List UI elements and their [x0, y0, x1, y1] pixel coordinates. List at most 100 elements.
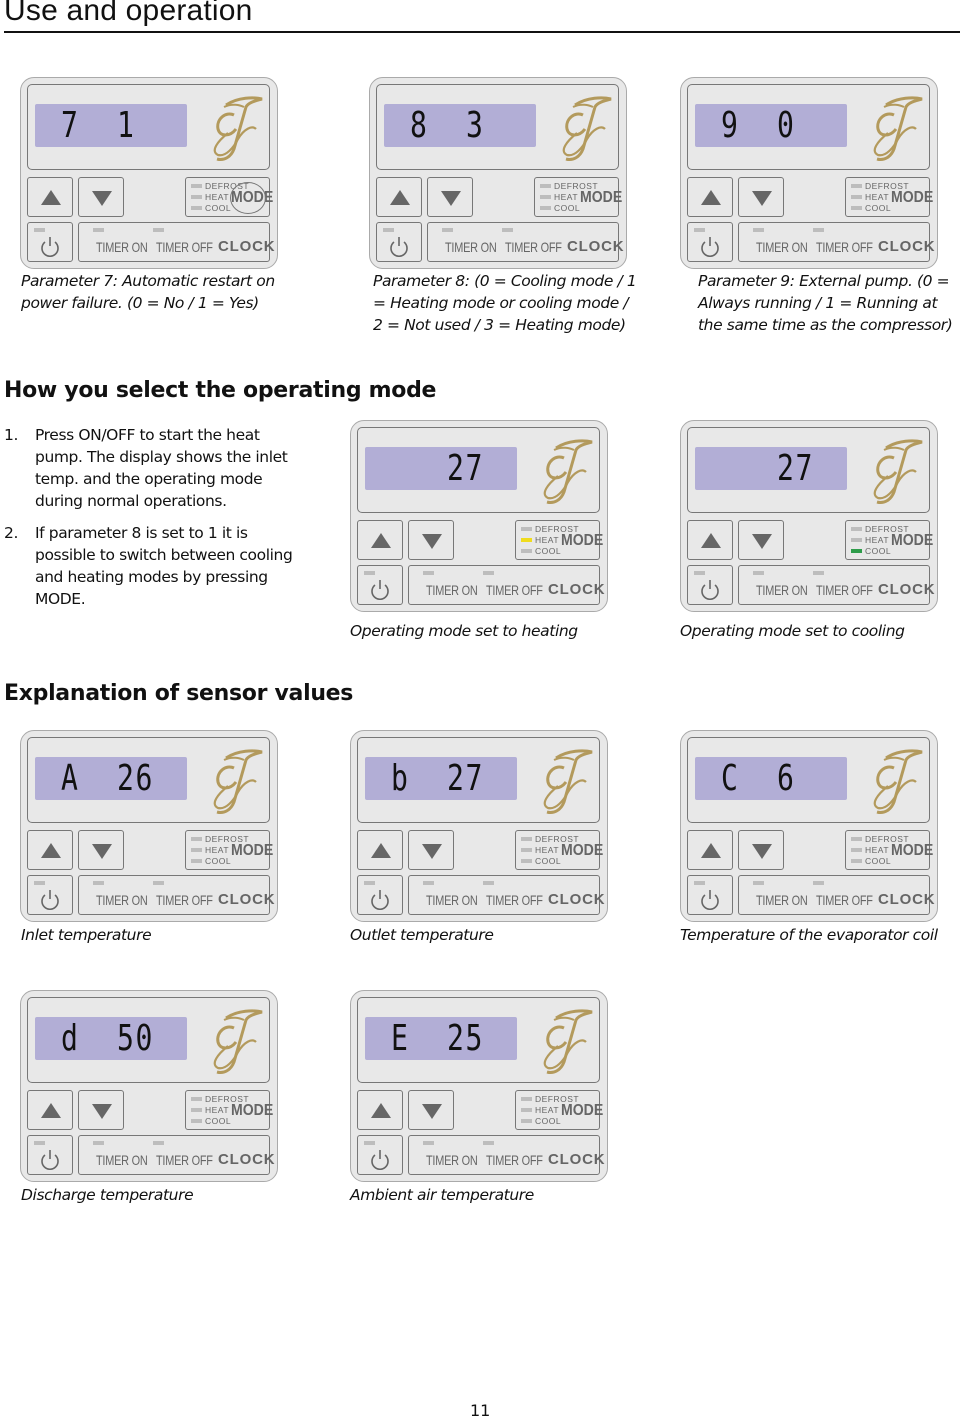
timer-off-led — [483, 881, 494, 885]
up-button[interactable] — [357, 520, 403, 560]
lcd-left-value: A — [61, 758, 80, 799]
cool-label: COOL — [865, 203, 892, 213]
power-button[interactable] — [687, 565, 733, 605]
up-button[interactable] — [357, 830, 403, 870]
up-arrow-icon — [41, 1103, 61, 1118]
down-button[interactable] — [408, 1090, 454, 1130]
down-arrow-icon — [422, 844, 442, 859]
sensor-panel: A 26 DEFROST HEAT COOL MODE TIMER ON TIM… — [20, 730, 278, 922]
timer-off-label: TIMER OFF — [486, 1152, 543, 1168]
clock-label: CLOCK — [548, 581, 606, 598]
timer-off-led — [153, 881, 164, 885]
cool-indicator: COOL — [521, 1116, 561, 1126]
heat-label: HEAT — [205, 845, 230, 855]
mode-button[interactable]: DEFROST HEAT COOL MODE — [185, 830, 274, 870]
up-button[interactable] — [687, 520, 733, 560]
power-button[interactable] — [27, 875, 73, 915]
cool-indicator: COOL — [851, 546, 891, 556]
down-button[interactable] — [427, 177, 473, 217]
timer-clock-button[interactable]: TIMER ON TIMER OFF CLOCK — [408, 875, 605, 915]
timer-on-led — [442, 228, 453, 232]
heat-label: HEAT — [865, 845, 890, 855]
mode-button[interactable]: DEFROST HEAT COOL MODE — [185, 177, 273, 217]
power-button[interactable] — [376, 222, 422, 262]
power-button[interactable] — [27, 1135, 73, 1175]
up-arrow-icon — [701, 533, 721, 548]
timer-clock-button[interactable]: TIMER ON TIMER OFF CLOCK — [78, 222, 275, 262]
lcd-right-value: 3 — [466, 105, 485, 146]
down-arrow-icon — [92, 844, 112, 859]
mode-label: MODE — [891, 532, 934, 549]
timer-off-label: TIMER OFF — [486, 892, 543, 908]
down-button[interactable] — [78, 830, 124, 870]
title-divider — [4, 31, 960, 33]
cool-led — [191, 206, 202, 210]
heat-label: HEAT — [205, 1105, 230, 1115]
power-led — [694, 571, 705, 575]
defrost-led — [851, 837, 862, 841]
mode-button[interactable]: DEFROST HEAT COOL MODE — [515, 520, 603, 560]
mode-button[interactable]: DEFROST HEAT COOL MODE — [845, 520, 934, 560]
down-arrow-icon — [422, 534, 442, 549]
lcd-right-value: 27 — [777, 448, 814, 489]
down-button[interactable] — [78, 1090, 124, 1130]
mode-button[interactable]: DEFROST HEAT COOL MODE — [845, 177, 934, 217]
power-button[interactable] — [27, 222, 73, 262]
mode-button[interactable]: DEFROST HEAT COOL MODE — [534, 177, 622, 217]
down-button[interactable] — [78, 177, 124, 217]
mode-button[interactable]: DEFROST HEAT COOL MODE — [515, 830, 603, 870]
down-button[interactable] — [408, 520, 454, 560]
lcd-display: 27 — [695, 447, 847, 490]
up-button[interactable] — [376, 177, 422, 217]
up-button[interactable] — [357, 1090, 403, 1130]
timer-clock-button[interactable]: TIMER ON TIMER OFF CLOCK — [408, 1135, 605, 1175]
timer-off-led — [813, 228, 824, 232]
timer-clock-button[interactable]: TIMER ON TIMER OFF CLOCK — [738, 222, 935, 262]
down-button[interactable] — [738, 520, 784, 560]
down-button[interactable] — [408, 830, 454, 870]
up-button[interactable] — [687, 830, 733, 870]
timer-clock-button[interactable]: TIMER ON TIMER OFF CLOCK — [78, 875, 275, 915]
mode-label: MODE — [231, 842, 274, 859]
up-button[interactable] — [687, 177, 733, 217]
timer-clock-button[interactable]: TIMER ON TIMER OFF CLOCK — [427, 222, 624, 262]
timer-clock-button[interactable]: TIMER ON TIMER OFF CLOCK — [78, 1135, 275, 1175]
up-arrow-icon — [701, 843, 721, 858]
page-title: Use and operation — [4, 0, 253, 27]
lcd-left-value: E — [391, 1018, 410, 1059]
power-button[interactable] — [357, 565, 403, 605]
up-button[interactable] — [27, 830, 73, 870]
timer-off-led — [483, 1141, 494, 1145]
display-frame: d 50 — [27, 997, 270, 1083]
down-button[interactable] — [738, 177, 784, 217]
down-arrow-icon — [752, 534, 772, 549]
heat-led — [851, 538, 862, 542]
down-arrow-icon — [752, 191, 772, 206]
gj-monogram-logo — [543, 749, 593, 814]
timer-clock-button[interactable]: TIMER ON TIMER OFF CLOCK — [738, 565, 935, 605]
timer-off-led — [153, 228, 164, 232]
timer-off-led — [813, 881, 824, 885]
timer-clock-button[interactable]: TIMER ON TIMER OFF CLOCK — [738, 875, 935, 915]
up-button[interactable] — [27, 1090, 73, 1130]
timer-off-label: TIMER OFF — [156, 239, 213, 255]
power-button[interactable] — [687, 875, 733, 915]
mode-button[interactable]: DEFROST HEAT COOL MODE — [845, 830, 933, 870]
mode-button[interactable]: DEFROST HEAT COOL MODE — [515, 1090, 603, 1130]
power-button[interactable] — [357, 1135, 403, 1175]
timer-clock-button[interactable]: TIMER ON TIMER OFF CLOCK — [408, 565, 605, 605]
lcd-left-value: 7 — [61, 105, 80, 146]
cool-indicator: COOL — [191, 856, 231, 866]
power-button[interactable] — [687, 222, 733, 262]
timer-on-led — [753, 881, 764, 885]
panel-caption: Temperature of the evaporator coil — [680, 926, 938, 944]
heat-indicator: HEAT — [521, 1105, 559, 1115]
timer-on-led — [423, 1141, 434, 1145]
mode-label: MODE — [891, 189, 934, 206]
timer-off-led — [153, 1141, 164, 1145]
up-button[interactable] — [27, 177, 73, 217]
down-button[interactable] — [738, 830, 784, 870]
timer-off-led — [483, 571, 494, 575]
power-button[interactable] — [357, 875, 403, 915]
mode-button[interactable]: DEFROST HEAT COOL MODE — [185, 1090, 273, 1130]
